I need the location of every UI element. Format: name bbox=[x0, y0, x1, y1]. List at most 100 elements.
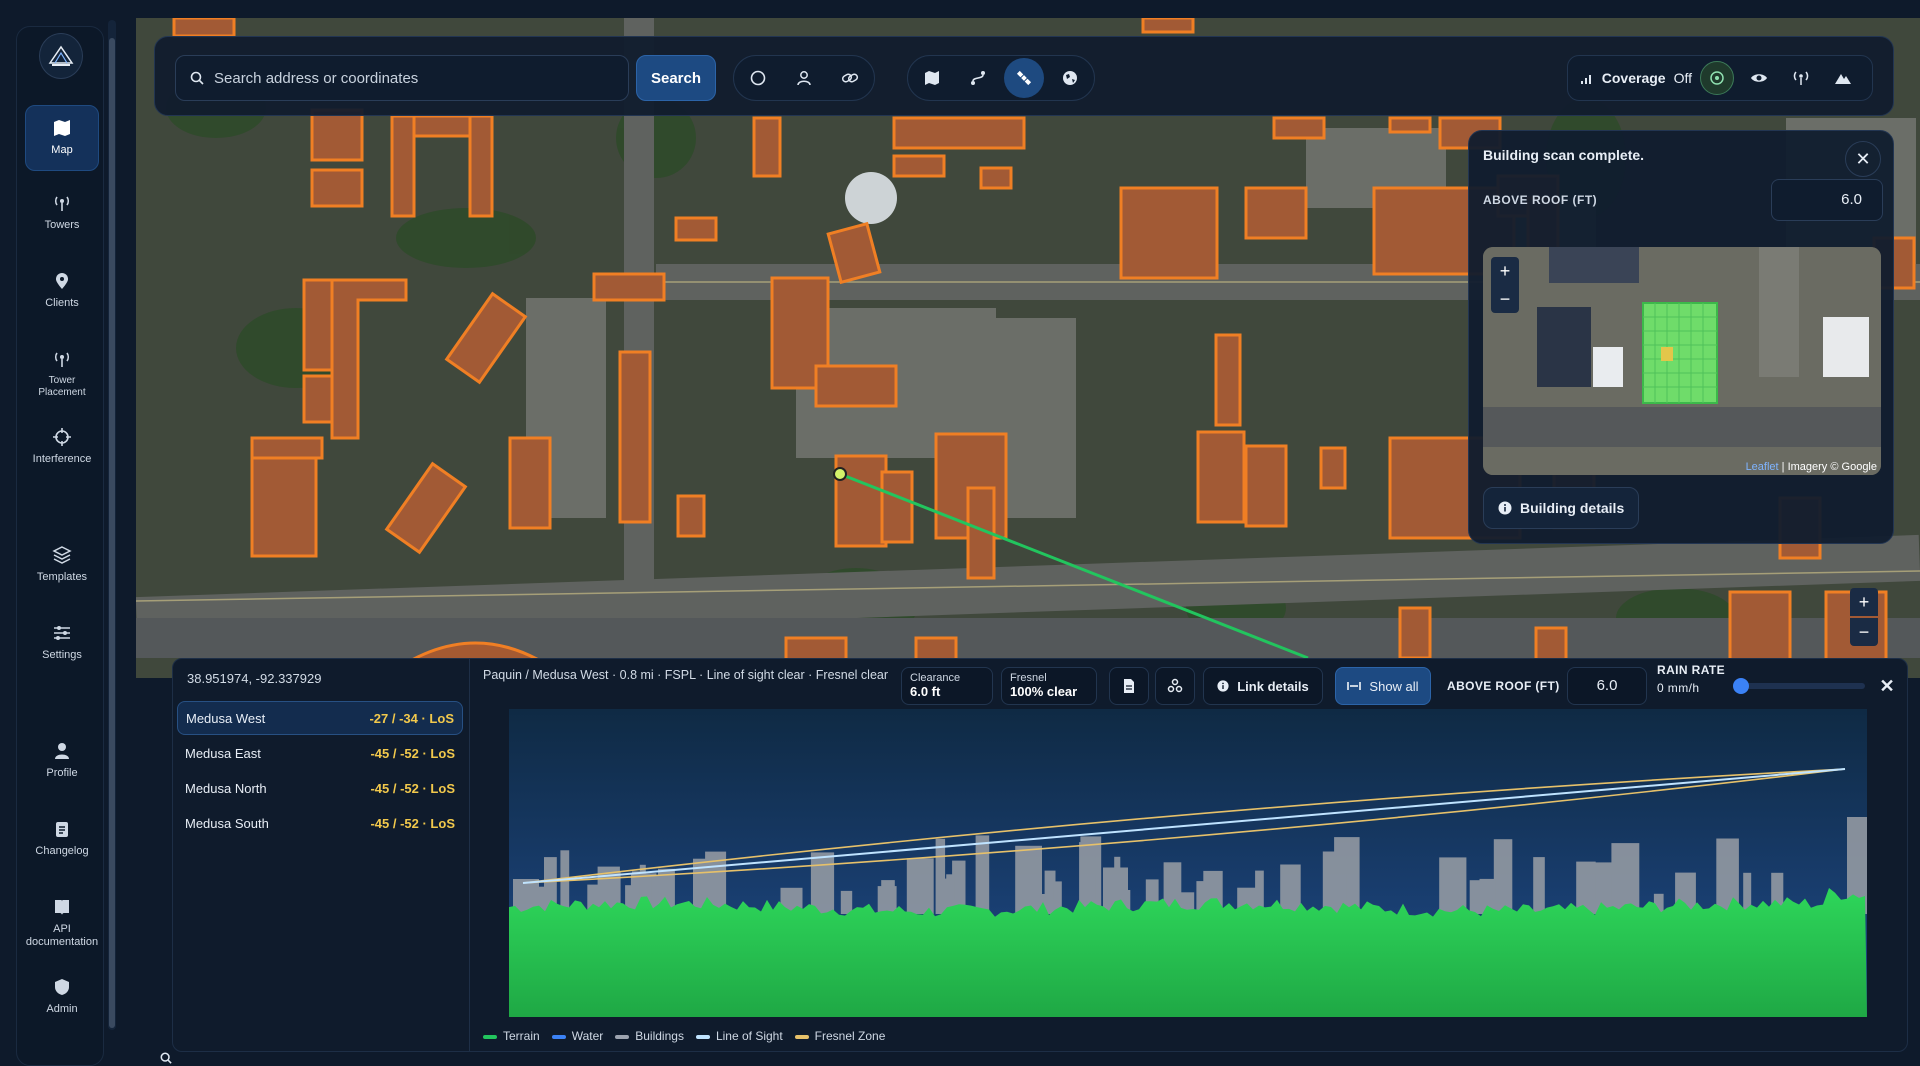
elevation-profile bbox=[509, 709, 1867, 1017]
building-scan-panel: Building scan complete. ✕ ABOVE ROOF (FT… bbox=[1468, 130, 1894, 544]
sidebar-item-map[interactable]: Map bbox=[25, 105, 99, 171]
sidebar-item-towers[interactable]: Towers bbox=[25, 193, 99, 232]
show-all-button[interactable]: Show all bbox=[1335, 667, 1431, 705]
sidebar: Map Towers Clients Tower Placement Inter… bbox=[16, 26, 104, 1066]
antenna-icon bbox=[1793, 71, 1809, 85]
sidebar-item-templates[interactable]: Templates bbox=[25, 545, 99, 584]
route-icon bbox=[971, 71, 985, 85]
map-zoom-out-button[interactable]: − bbox=[1850, 618, 1878, 646]
search-button[interactable]: Search bbox=[636, 55, 716, 101]
pin-icon bbox=[56, 273, 68, 289]
sector-signal: -27 / -34 · LoS bbox=[369, 710, 454, 726]
sidebar-scrollbar[interactable] bbox=[108, 20, 116, 1030]
clearance-label: Clearance bbox=[910, 672, 961, 684]
legend-label: Water bbox=[571, 1029, 604, 1043]
building-details-button[interactable]: Building details bbox=[1483, 487, 1640, 529]
coordinates-readout: 38.951974, -92.337929 bbox=[187, 671, 322, 686]
rain-rate-slider[interactable] bbox=[1733, 678, 1865, 694]
legend-swatch bbox=[695, 1034, 710, 1039]
fresnel-value: 100% clear bbox=[1010, 684, 1078, 699]
sector-signal: -45 / -52 · LoS bbox=[370, 745, 455, 761]
profile-building-bar bbox=[877, 886, 897, 914]
divider bbox=[469, 659, 470, 1051]
coverage-label: Coverage bbox=[1601, 70, 1666, 86]
minimap-zoom-in-button[interactable]: + bbox=[1491, 257, 1519, 285]
sector-item[interactable]: Medusa East -45 / -52 · LoS bbox=[177, 736, 463, 770]
circle-icon bbox=[750, 70, 766, 86]
sidebar-item-interference[interactable]: Interference bbox=[25, 427, 99, 466]
globe-icon bbox=[1063, 71, 1077, 85]
slider-knob[interactable] bbox=[1733, 678, 1749, 694]
map-icon bbox=[54, 120, 70, 136]
user-icon bbox=[797, 71, 811, 86]
link-summary: Paquin / Medusa West · 0.8 mi · FSPL · L… bbox=[483, 668, 889, 682]
share-button[interactable] bbox=[1155, 667, 1195, 705]
clearance-value: 6.0 ft bbox=[910, 684, 941, 699]
sidebar-item-clients[interactable]: Clients bbox=[25, 271, 99, 310]
link-details-label: Link details bbox=[1237, 678, 1309, 694]
app-root: { "sidebar": { "logo_text": "LibreMapper… bbox=[0, 0, 1920, 1066]
above-roof-input[interactable]: 6.0 bbox=[1771, 179, 1883, 221]
satellite-layer-button[interactable] bbox=[1004, 58, 1044, 98]
draw-tools bbox=[733, 55, 875, 101]
sidebar-item-settings[interactable]: Settings bbox=[25, 623, 99, 662]
target-icon bbox=[1710, 71, 1724, 85]
sidebar-item-api-docs[interactable]: API documentation bbox=[25, 897, 99, 948]
circle-tool-button[interactable] bbox=[738, 58, 778, 98]
coverage-toggle[interactable] bbox=[1700, 61, 1734, 95]
expand-icon bbox=[1347, 682, 1362, 690]
imagery-credit: | Imagery © Google bbox=[1781, 461, 1877, 473]
leaflet-link[interactable]: Leaflet bbox=[1746, 461, 1779, 473]
antenna-icon bbox=[54, 352, 70, 367]
sector-item[interactable]: Medusa South -45 / -52 · LoS bbox=[177, 806, 463, 840]
sidebar-item-label: API documentation bbox=[25, 923, 99, 948]
share-icon bbox=[1167, 678, 1183, 693]
sector-name: Medusa South bbox=[185, 815, 269, 831]
above-roof-label: ABOVE ROOF (FT) bbox=[1483, 193, 1598, 207]
minimap-zoom-out-button[interactable]: − bbox=[1491, 285, 1519, 313]
close-icon: ✕ bbox=[1855, 148, 1871, 169]
sidebar-item-admin[interactable]: Admin bbox=[25, 977, 99, 1016]
route-layer-button[interactable] bbox=[958, 58, 998, 98]
building-minimap[interactable]: + − Leaflet | Imagery © Google bbox=[1483, 247, 1881, 475]
sector-item[interactable]: Medusa West -27 / -34 · LoS bbox=[177, 701, 463, 735]
panel-title: Building scan complete. bbox=[1483, 147, 1645, 163]
map-icon bbox=[925, 71, 939, 85]
link-tool-button[interactable] bbox=[830, 58, 870, 98]
towers-toggle-button[interactable] bbox=[1784, 61, 1818, 95]
profile-building-bar bbox=[1611, 843, 1640, 914]
legend-item-water: Water bbox=[551, 1029, 604, 1043]
search-input[interactable] bbox=[214, 69, 614, 87]
legend-label: Fresnel Zone bbox=[814, 1029, 886, 1043]
profile-building-bar bbox=[975, 835, 990, 914]
scrollbar-thumb[interactable] bbox=[109, 38, 115, 1028]
terrain-toggle-button[interactable] bbox=[1826, 61, 1860, 95]
fresnel-label: Fresnel bbox=[1010, 672, 1047, 684]
logo-icon bbox=[48, 45, 74, 66]
above-roof-input[interactable]: 6.0 bbox=[1567, 667, 1647, 705]
globe-layer-button[interactable] bbox=[1050, 58, 1090, 98]
sidebar-item-changelog[interactable]: Changelog bbox=[25, 819, 99, 858]
close-button[interactable]: ✕ bbox=[1845, 141, 1881, 177]
report-button[interactable] bbox=[1109, 667, 1149, 705]
sector-name: Medusa North bbox=[185, 780, 267, 796]
map-zoom-in-button[interactable]: + bbox=[1850, 588, 1878, 616]
sidebar-item-tower-placement[interactable]: Tower Placement bbox=[25, 349, 99, 398]
app-logo[interactable] bbox=[39, 33, 83, 79]
link-details-button[interactable]: Link details bbox=[1203, 667, 1323, 705]
client-tool-button[interactable] bbox=[784, 58, 824, 98]
close-panel-button[interactable]: ✕ bbox=[1869, 667, 1905, 705]
minimap-imagery bbox=[1483, 247, 1881, 475]
map-layer-button[interactable] bbox=[912, 58, 952, 98]
sidebar-item-profile[interactable]: Profile bbox=[25, 741, 99, 780]
top-toolbar: Search Coverage Off bbox=[154, 36, 1894, 116]
sector-item[interactable]: Medusa North -45 / -52 · LoS bbox=[177, 771, 463, 805]
sidebar-item-label: Admin bbox=[46, 1003, 78, 1015]
sector-name: Medusa East bbox=[185, 745, 261, 761]
visibility-button[interactable] bbox=[1742, 61, 1776, 95]
zoom-search-icon[interactable] bbox=[160, 1052, 172, 1066]
sidebar-item-label: Settings bbox=[42, 649, 82, 661]
antenna-icon bbox=[54, 196, 70, 211]
profile-building-bar bbox=[560, 850, 570, 914]
info-icon bbox=[1217, 680, 1229, 692]
